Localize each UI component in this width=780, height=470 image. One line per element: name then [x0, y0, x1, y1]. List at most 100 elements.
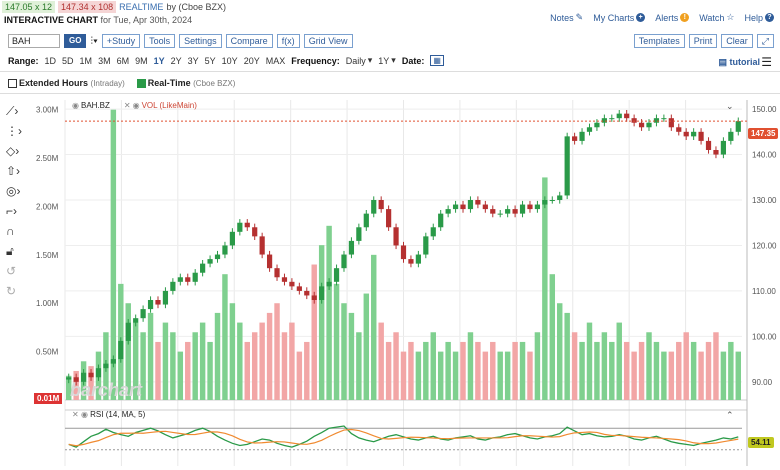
volume-bar [735, 351, 741, 400]
study-button[interactable]: +Study [101, 34, 141, 48]
price-axis-tick: 130.00 [752, 196, 777, 205]
rsi-legend[interactable]: ✕ ◉ RSI (14, MA, 5) [72, 410, 145, 419]
realtime-label[interactable]: REALTIME [119, 2, 163, 12]
range-option-3y[interactable]: 3Y [188, 56, 199, 66]
volume-bar [437, 351, 444, 400]
expand-pane-icon[interactable]: ⌃ [726, 410, 734, 421]
tools-button[interactable]: Tools [144, 34, 176, 48]
help-link[interactable]: Help? [744, 13, 774, 23]
tutorial-link[interactable]: ▤ tutorial [718, 57, 760, 68]
my-charts-link[interactable]: My Charts + [593, 13, 646, 23]
fx-button[interactable]: f(x) [276, 34, 300, 48]
volume-axis-tick: 2.00M [36, 202, 59, 211]
candle-body [631, 118, 637, 123]
range-option-1d[interactable]: 1D [45, 56, 57, 66]
candle-body [505, 209, 511, 214]
range-option-max[interactable]: MAX [266, 56, 286, 66]
volume-bar [356, 332, 362, 400]
volume-bar [363, 293, 370, 400]
alerts-label: Alerts [655, 12, 679, 23]
range-option-3m[interactable]: 3M [98, 56, 111, 66]
volume-bar [512, 341, 518, 400]
candle-body [356, 227, 362, 241]
extended-hours-toggle[interactable]: Extended Hours (Intraday) [8, 78, 125, 89]
volume-bar [162, 322, 169, 400]
candle-body [594, 122, 600, 128]
calendar-icon[interactable]: ▦ [430, 55, 444, 66]
candle-body [274, 268, 280, 278]
candle-body [393, 227, 399, 246]
realtime-toggle[interactable]: Real-Time (Cboe BZX) [136, 78, 235, 89]
range-option-6m[interactable]: 6M [117, 56, 130, 66]
checkbox-icon [8, 79, 17, 89]
volume-bar [631, 351, 637, 400]
divider [0, 71, 780, 72]
candle-body [341, 254, 347, 269]
candle-body [519, 204, 526, 214]
candle-body [713, 150, 719, 155]
notes-link[interactable]: Notes ✎ [550, 12, 583, 23]
candle-body [192, 272, 198, 282]
templates-button[interactable]: Templates [633, 34, 685, 48]
volume-bar [705, 341, 712, 400]
legend-vol[interactable]: ✕ ◉ VOL (LikeMain) [124, 101, 197, 110]
candle-body [490, 209, 496, 214]
volume-bar [430, 332, 436, 400]
volume-bar [155, 341, 161, 400]
volume-bar [341, 303, 347, 400]
volume-bar [147, 312, 154, 400]
candle-body [408, 259, 414, 264]
expand-icon[interactable]: ⤢ [756, 34, 774, 48]
grid-view-button[interactable]: Grid View [303, 34, 353, 48]
candle-body [140, 309, 146, 319]
compare-button[interactable]: Compare [225, 34, 273, 48]
symbol-input[interactable]: BAH [8, 34, 60, 48]
candle-body [296, 286, 302, 291]
candle-body [527, 204, 533, 210]
clear-button[interactable]: Clear [721, 34, 753, 48]
help-icon: ? [765, 13, 774, 22]
range-option-5y[interactable]: 5Y [205, 56, 216, 66]
legend-symbol[interactable]: ◉ BAH.BZ [72, 101, 110, 110]
help-label: Help [744, 12, 763, 23]
candle-body [170, 281, 176, 291]
candle-body [289, 281, 295, 287]
settings-button[interactable]: Settings [179, 34, 222, 48]
range-option-20y[interactable]: 20Y [244, 56, 260, 66]
volume-bar [222, 274, 228, 400]
go-button[interactable]: GO [64, 34, 87, 48]
volume-bar [527, 351, 533, 400]
candle-body [125, 322, 131, 341]
range-option-10y[interactable]: 10Y [222, 56, 238, 66]
volume-bar [177, 351, 184, 400]
page-title: INTERACTIVE CHART for Tue, Apr 30th, 202… [4, 15, 192, 25]
range-option-9m[interactable]: 9M [135, 56, 148, 66]
rsi-value-tag: 54.11 [748, 437, 774, 448]
chart-date: for Tue, Apr 30th, 2024 [100, 15, 193, 25]
range-option-1m[interactable]: 1M [80, 56, 93, 66]
candle-body [705, 140, 712, 150]
print-button[interactable]: Print [688, 34, 718, 48]
range-option-1y[interactable]: 1Y [154, 56, 165, 66]
price-axis-tick: 120.00 [752, 241, 777, 250]
candle-body [497, 213, 503, 215]
range-option-2y[interactable]: 2Y [171, 56, 182, 66]
bar-type-icon[interactable]: ⫶▾ [90, 36, 97, 47]
frequency-select[interactable]: Daily ▾ [346, 55, 373, 66]
range-option-5d[interactable]: 5D [62, 56, 74, 66]
candle-body [415, 254, 421, 264]
candle-body [118, 340, 124, 360]
alerts-link[interactable]: Alerts! [655, 12, 690, 23]
volume-bar [415, 351, 422, 400]
realtime-option-label: Real-Time [147, 78, 191, 88]
collapse-icon[interactable]: ⌄ [726, 101, 734, 112]
volume-axis-tick: 2.50M [36, 154, 59, 163]
plus-icon: + [636, 13, 646, 22]
period-select[interactable]: 1Y ▾ [378, 55, 396, 66]
volume-bar [690, 341, 697, 400]
candle-body [445, 209, 451, 214]
close-icon: ✕ [123, 101, 131, 110]
volume-bar [623, 341, 630, 400]
watch-link[interactable]: Watch ☆ [699, 12, 734, 23]
menu-icon[interactable]: ☰ [761, 55, 772, 69]
